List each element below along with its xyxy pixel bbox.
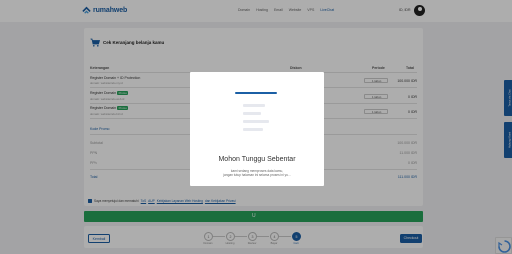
modal-message-line-2: jangan tutup halaman ini selama proses i… [223,173,291,178]
modal-title: Mohon Tunggu Sebentar [218,156,296,163]
loading-modal: Mohon Tunggu Sebentar kami sedang mempro… [190,72,324,186]
loading-progress-bar [235,92,277,94]
modal-message: kami sedang memproses data kamu, jangan … [190,169,324,177]
